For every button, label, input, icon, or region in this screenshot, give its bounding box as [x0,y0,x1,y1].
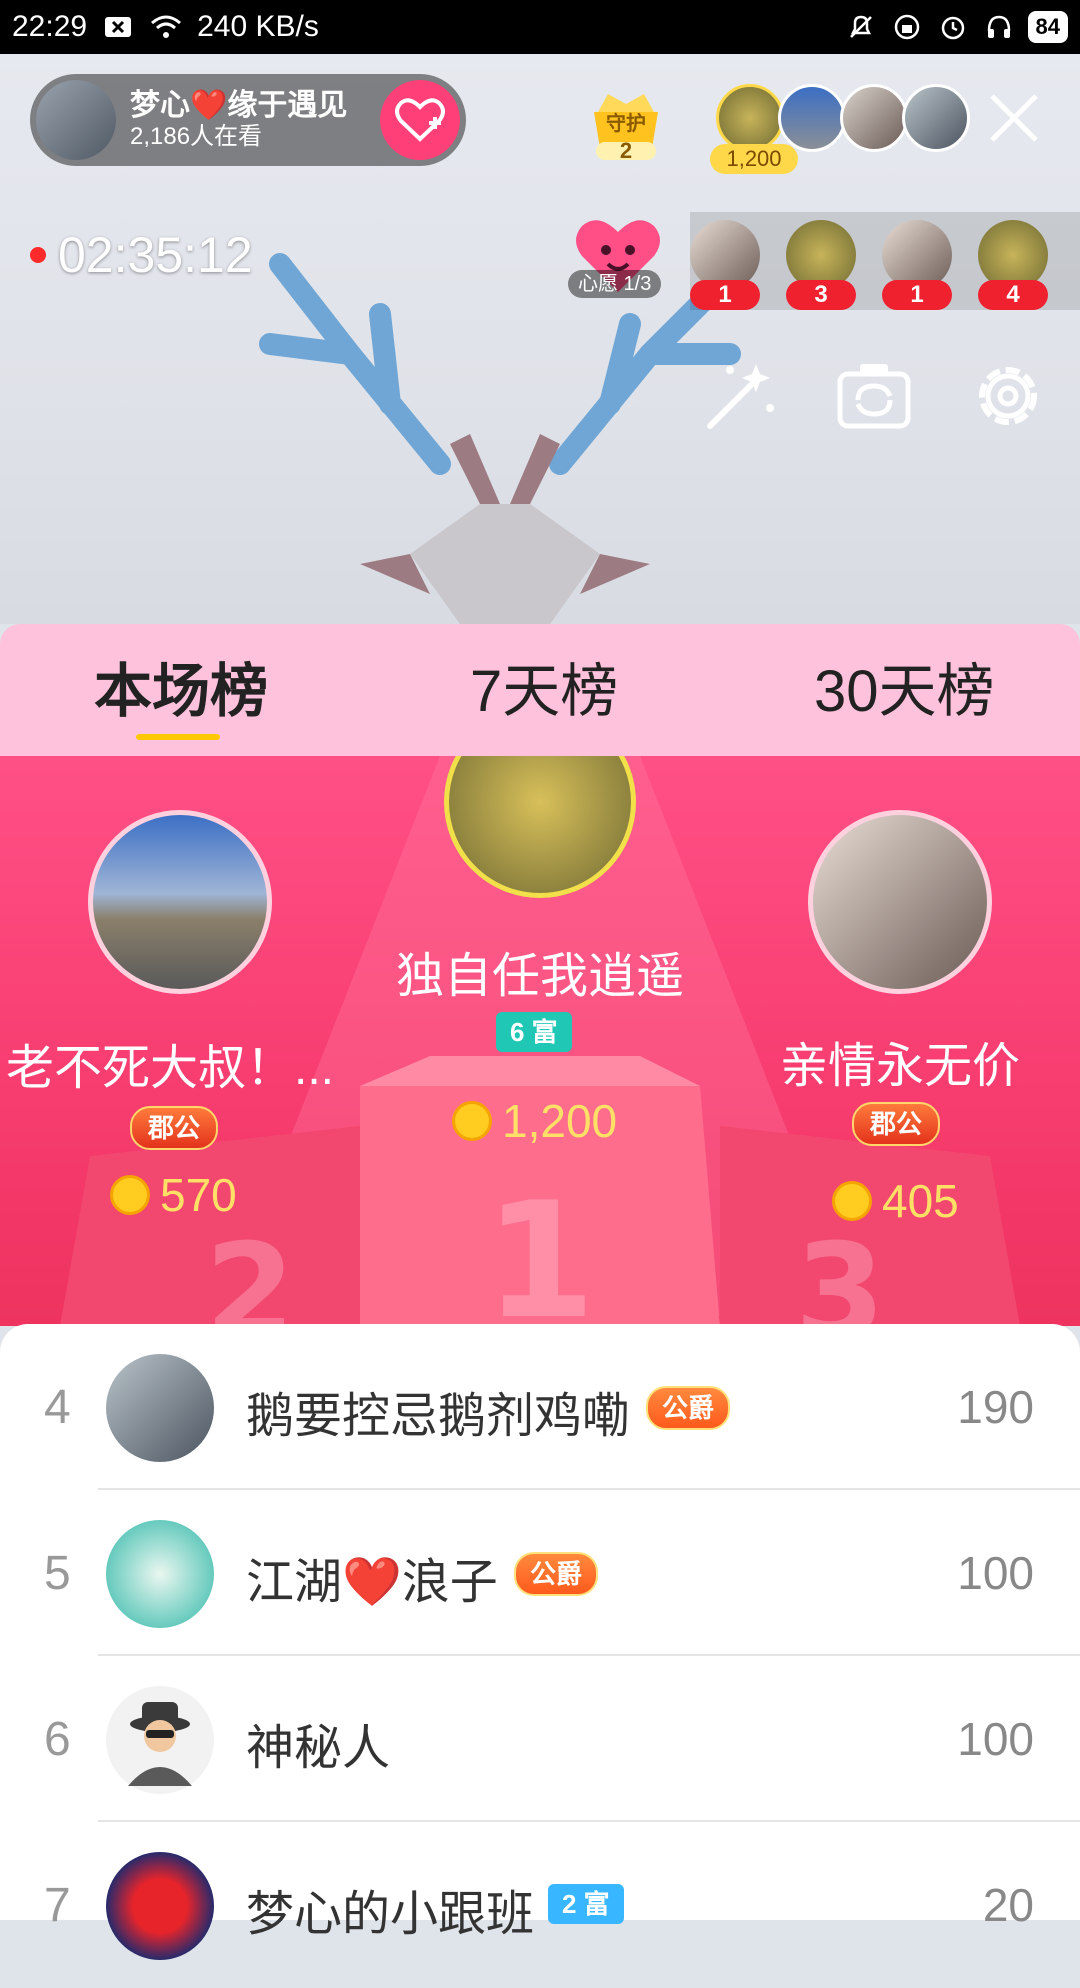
user-score: 20 [982,1879,1034,1931]
alarm-icon [936,10,970,44]
guard-badge[interactable]: 守护 2 [584,82,668,166]
gift-count-4: 4 [978,280,1048,310]
user-avatar[interactable] [106,1354,214,1462]
gift-strip[interactable]: 1 3 1 4 [690,212,1080,310]
coin-icon [110,1175,150,1215]
viewer-count: 2,186人在看 [130,123,263,151]
third-place-name: 亲情永无价 [779,1040,1020,1093]
ranking-list[interactable]: 4 鹅要控忌鹅剂鸡嘞 公爵 190 5 江湖❤️浪子 公爵 100 6 神秘人 … [0,1324,1080,1960]
user-name: 鹅要控忌鹅剂鸡嘞 [246,1390,631,1443]
tab-7-days[interactable]: 7天榜 [470,644,618,728]
user-avatar[interactable] [106,1852,214,1960]
list-item[interactable]: 7 梦心的小跟班 2 富 20 [0,1822,1080,1988]
beauty-magic-button[interactable] [700,356,780,436]
first-place-score-value: 1,200 [502,1095,618,1147]
mute-bell-icon [844,10,878,44]
battery-indicator: 84 [1027,11,1068,43]
notification-close-icon [101,10,135,44]
rank-number: 7 [44,1879,71,1932]
top-viewer-avatar-2[interactable] [778,84,846,152]
live-duration: 02:35:12 [58,227,253,283]
close-button[interactable] [986,90,1042,146]
svg-text:3: 3 [795,1215,885,1326]
tab-30-days[interactable]: 30天榜 [814,644,995,728]
mystery-user-avatar[interactable] [106,1686,214,1794]
user-avatar[interactable] [106,1520,214,1628]
user-name: 江湖❤️浪子 [246,1556,498,1609]
second-place-title-badge: 郡公 [130,1106,219,1150]
settings-button[interactable] [968,356,1048,436]
rich-level-badge: 2 富 [548,1884,624,1924]
status-bar: 22:29 240 KB/s 84 [0,0,1080,54]
third-place-avatar[interactable] [808,810,992,994]
second-place-name: 老不死大叔！... [5,1042,334,1095]
svg-text:2: 2 [205,1215,295,1326]
switch-camera-button[interactable] [834,356,914,436]
gift-count-1: 1 [690,280,760,310]
headphones-icon [982,10,1016,44]
magic-wand-icon [707,364,774,429]
user-score: 190 [957,1381,1034,1433]
gear-icon [979,367,1037,425]
wish-progress-label: 心愿 1/3 [568,270,662,298]
coin-icon [452,1101,492,1141]
heart-plus-icon [395,98,445,142]
gift-count-3: 1 [882,280,952,310]
third-place-title-badge: 郡公 [852,1102,941,1146]
host-info-pill[interactable]: 梦心❤️缘于遇见 2,186人在看 [30,74,466,166]
second-place-score: 570 [110,1168,237,1222]
coin-icon [832,1181,872,1221]
close-icon [990,94,1038,142]
podium-top3: 1 2 3 独自任我逍遥 6 富 1,200 老不死大叔！... 郡公 570 … [0,756,1080,1326]
live-video-area[interactable]: 梦心❤️缘于遇见 2,186人在看 守护 2 1,200 02:35:12 心愿… [0,54,1080,624]
leaderboard-tabs: 本场榜 7天榜 30天榜 [0,624,1080,756]
guard-count: 2 [619,138,633,163]
wifi-icon [149,10,183,44]
host-avatar[interactable] [36,80,116,160]
host-name: 梦心❤️缘于遇见 [130,88,348,122]
rank-number: 5 [44,1547,71,1600]
second-place-score-value: 570 [160,1169,237,1221]
recording-dot-icon [30,247,46,263]
user-score: 100 [957,1547,1034,1599]
first-place-rich-badge: 6 富 [496,1012,572,1052]
live-timer: 02:35:12 [30,226,253,284]
lock-rotation-icon [890,10,924,44]
title-badge: 公爵 [646,1386,731,1430]
user-name: 神秘人 [246,1722,391,1775]
camera-flip-icon [837,364,911,429]
status-time: 22:29 [12,10,88,43]
top-viewer-coins: 1,200 [710,144,798,174]
third-place-score: 405 [832,1174,959,1228]
second-place-avatar[interactable] [88,810,272,994]
first-place-name: 独自任我逍遥 [395,950,684,1003]
title-badge: 公爵 [514,1552,599,1596]
tab-this-session[interactable]: 本场榜 [94,644,268,728]
top-viewer-avatar-4[interactable] [902,84,970,152]
list-item[interactable]: 5 江湖❤️浪子 公爵 100 [0,1490,1080,1656]
mystery-person-icon [128,1702,192,1786]
follow-button[interactable] [380,80,460,160]
top-viewer-avatar-3[interactable] [840,84,908,152]
user-score: 100 [957,1713,1034,1765]
first-place-score: 1,200 [452,1094,617,1148]
svg-text:1: 1 [484,1167,595,1326]
guard-label: 守护 [606,111,646,135]
top-viewer-avatar-1[interactable] [716,84,784,152]
active-tab-indicator [136,734,220,740]
user-name: 梦心的小跟班 [246,1888,535,1941]
rank-number: 4 [44,1381,71,1434]
rank-number: 6 [44,1713,71,1766]
gift-count-2: 3 [786,280,856,310]
network-speed: 240 KB/s [197,10,319,43]
list-item[interactable]: 4 鹅要控忌鹅剂鸡嘞 公爵 190 [0,1324,1080,1490]
list-item[interactable]: 6 神秘人 100 [0,1656,1080,1822]
third-place-score-value: 405 [882,1175,959,1227]
